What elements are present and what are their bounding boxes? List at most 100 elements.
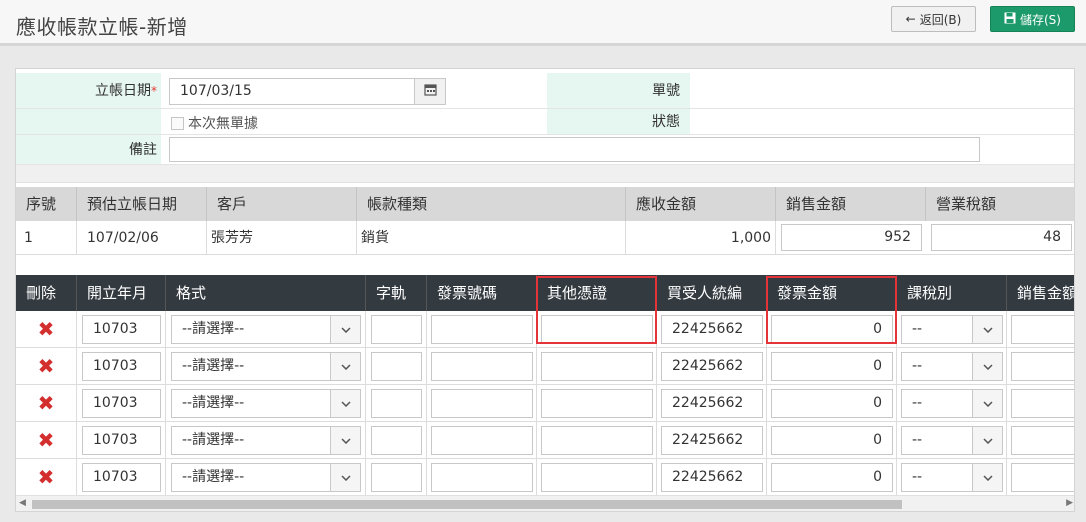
est-date-cell: 107/02/06	[77, 221, 207, 255]
customer-cell: 張芳芳	[207, 221, 357, 255]
invoice-amount-input[interactable]: 0	[771, 352, 893, 381]
buyer-id-input[interactable]: 22425662	[661, 352, 763, 381]
date-label: 立帳日期*	[16, 73, 161, 108]
chevron-down-icon[interactable]	[330, 316, 360, 343]
format-select-value: --請選擇--	[182, 321, 245, 337]
format-select[interactable]: --請選擇--	[171, 463, 361, 492]
delete-cell: ✖	[16, 385, 77, 422]
chevron-down-icon[interactable]	[972, 464, 1002, 491]
calendar-icon	[423, 83, 437, 100]
page-title: 應收帳款立帳-新增	[16, 15, 188, 39]
format-select-value: --請選擇--	[182, 358, 245, 374]
chevron-down-icon[interactable]	[972, 353, 1002, 380]
invoice-no-input[interactable]	[431, 315, 533, 344]
checkbox-box[interactable]	[171, 116, 184, 130]
horizontal-scrollbar[interactable]: ◀ ▶	[16, 495, 1074, 511]
chevron-down-icon[interactable]	[972, 316, 1002, 343]
save-button-label: 儲存(S)	[1020, 12, 1061, 27]
status-label: 狀態	[547, 109, 690, 134]
no-receipt-checkbox[interactable]: 本次無單據	[171, 113, 258, 133]
delete-icon[interactable]: ✖	[36, 467, 56, 487]
track-input[interactable]	[371, 426, 422, 455]
year-month-input[interactable]: 10703	[82, 426, 161, 455]
required-mark: *	[151, 84, 157, 98]
year-month-input[interactable]: 10703	[82, 315, 161, 344]
scrollbar-thumb[interactable]	[32, 500, 902, 509]
invoice-no-input[interactable]	[431, 426, 533, 455]
tax-type-select[interactable]: --	[901, 389, 1003, 418]
sales-amount-input[interactable]	[1011, 463, 1074, 492]
invoice-amount-input[interactable]: 0	[771, 426, 893, 455]
col-seq: 序號	[16, 187, 77, 221]
page-header: 應收帳款立帳-新增 ← 返回(B) 儲存(S)	[0, 0, 1086, 46]
scroll-left-icon[interactable]: ◀	[19, 498, 26, 508]
invoice-no-input[interactable]	[431, 389, 533, 418]
no-receipt-label: 本次無單據	[188, 116, 258, 132]
table-row: 1 107/02/06 張芳芳 銷貨 1,000 952 48	[16, 221, 1074, 255]
empty-label	[16, 109, 161, 134]
col-buyer-id: 買受人統編	[657, 275, 767, 311]
invoice-amount-input[interactable]: 0	[771, 389, 893, 418]
delete-icon[interactable]: ✖	[36, 393, 56, 413]
sales-amount-input[interactable]	[1011, 315, 1074, 344]
other-doc-input[interactable]	[541, 389, 653, 418]
sales-amount-input[interactable]	[1011, 389, 1074, 418]
other-doc-input[interactable]	[541, 352, 653, 381]
format-select[interactable]: --請選擇--	[171, 315, 361, 344]
tax-input[interactable]: 48	[931, 224, 1072, 251]
sales-input[interactable]: 952	[781, 224, 922, 251]
chevron-down-icon[interactable]	[330, 390, 360, 417]
buyer-id-input[interactable]: 22425662	[661, 389, 763, 418]
track-input[interactable]	[371, 352, 422, 381]
tax-type-select[interactable]: --	[901, 315, 1003, 344]
scroll-right-icon[interactable]: ▶	[1066, 498, 1073, 508]
buyer-id-input[interactable]: 22425662	[661, 463, 763, 492]
tax-type-select-value: --	[912, 395, 923, 411]
track-input[interactable]	[371, 315, 422, 344]
format-select[interactable]: --請選擇--	[171, 352, 361, 381]
calendar-button[interactable]	[414, 78, 446, 105]
other-doc-input[interactable]	[541, 426, 653, 455]
section-divider	[16, 165, 1074, 183]
form-row-note: 備註	[16, 135, 1074, 165]
track-input[interactable]	[371, 463, 422, 492]
year-month-input[interactable]: 10703	[82, 463, 161, 492]
save-button[interactable]: 儲存(S)	[990, 6, 1075, 32]
invoice-no-input[interactable]	[431, 463, 533, 492]
year-month-input[interactable]: 10703	[82, 352, 161, 381]
chevron-down-icon[interactable]	[330, 464, 360, 491]
form-row-date: 立帳日期* 107/03/15 單號	[16, 73, 1074, 109]
tax-type-select[interactable]: --	[901, 463, 1003, 492]
tax-type-select-value: --	[912, 432, 923, 448]
col-sales: 銷售金額	[776, 187, 926, 221]
tax-type-select[interactable]: --	[901, 352, 1003, 381]
date-input[interactable]: 107/03/15	[169, 78, 415, 105]
back-button[interactable]: ← 返回(B)	[891, 6, 976, 32]
invoice-no-input[interactable]	[431, 352, 533, 381]
sales-amount-input[interactable]	[1011, 352, 1074, 381]
invoice-amount-input[interactable]: 0	[771, 463, 893, 492]
highlight-invoice-amount	[766, 276, 897, 344]
track-input[interactable]	[371, 389, 422, 418]
note-input[interactable]	[169, 137, 980, 162]
format-select-value: --請選擇--	[182, 395, 245, 411]
buyer-id-input[interactable]: 22425662	[661, 426, 763, 455]
chevron-down-icon[interactable]	[330, 427, 360, 454]
sales-amount-input[interactable]	[1011, 426, 1074, 455]
format-select[interactable]: --請選擇--	[171, 426, 361, 455]
delete-icon[interactable]: ✖	[36, 356, 56, 376]
buyer-id-input[interactable]: 22425662	[661, 315, 763, 344]
chevron-down-icon[interactable]	[330, 353, 360, 380]
delete-icon[interactable]: ✖	[36, 319, 56, 339]
other-doc-input[interactable]	[541, 463, 653, 492]
back-button-label: 返回(B)	[919, 12, 962, 27]
delete-icon[interactable]: ✖	[36, 430, 56, 450]
col-invoice-no: 發票號碼	[427, 275, 537, 311]
format-select-value: --請選擇--	[182, 432, 245, 448]
chevron-down-icon[interactable]	[972, 390, 1002, 417]
tax-type-select[interactable]: --	[901, 426, 1003, 455]
format-select[interactable]: --請選擇--	[171, 389, 361, 418]
year-month-input[interactable]: 10703	[82, 389, 161, 418]
chevron-down-icon[interactable]	[972, 427, 1002, 454]
col-tax: 營業稅額	[936, 195, 997, 213]
